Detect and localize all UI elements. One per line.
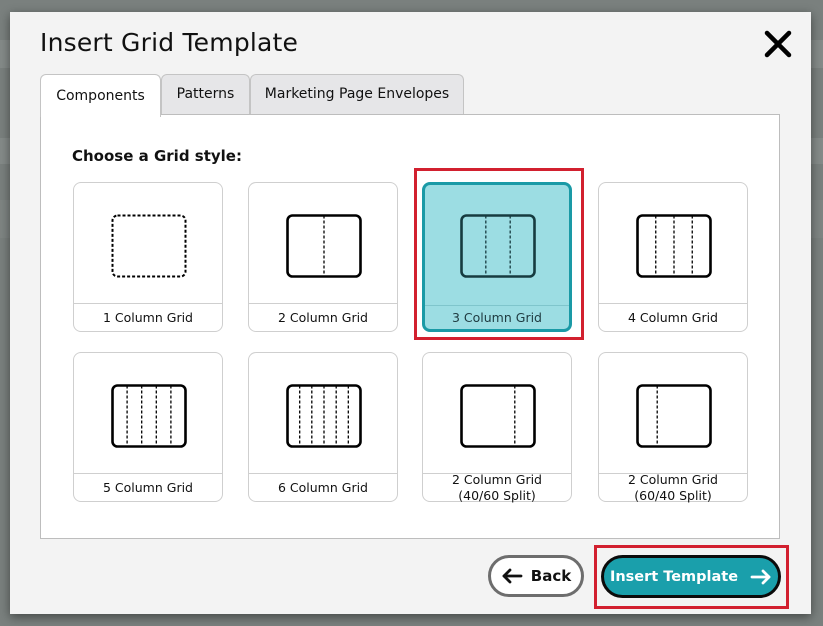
grid-option-title: 2 Column Grid — [627, 471, 718, 487]
arrow-right-icon — [750, 569, 771, 584]
close-icon — [764, 30, 792, 58]
grid-option-label: 5 Column Grid — [74, 473, 222, 501]
grid-thumbnail — [599, 183, 747, 303]
grid-thumbnail — [599, 353, 747, 473]
grid-thumbnail — [74, 353, 222, 473]
grid-thumbnail — [423, 353, 571, 473]
grid-option-card[interactable]: 6 Column Grid — [248, 352, 398, 502]
grid-layout-icon — [460, 384, 536, 448]
grid-outline — [111, 384, 187, 448]
grid-option-subtitle: (40/60 Split) — [458, 487, 536, 503]
dialog-title: Insert Grid Template — [40, 28, 299, 57]
grid-layout-icon — [111, 384, 187, 448]
grid-option-label: 2 Column Grid — [249, 303, 397, 331]
grid-option-title: 2 Column Grid — [277, 309, 368, 325]
grid-option-title: 3 Column Grid — [451, 309, 542, 325]
grid-layout-icon — [636, 384, 712, 448]
grid-option-card[interactable]: 2 Column Grid (60/40 Split) — [598, 352, 748, 503]
insert-template-label: Insert Template — [609, 568, 739, 585]
grid-style-panel: Choose a Grid style: 1 Column Grid 2 Colu… — [40, 114, 780, 539]
grid-outline — [636, 384, 712, 448]
grid-outline — [460, 384, 536, 448]
grid-option-label: 1 Column Grid — [74, 303, 222, 331]
grid-option-label: 2 Column Grid (60/40 Split) — [599, 471, 747, 503]
back-button[interactable]: Back — [488, 555, 584, 597]
grid-option-card[interactable]: 1 Column Grid — [73, 182, 223, 332]
grid-option-card[interactable]: 5 Column Grid — [73, 352, 223, 502]
grid-option-title: 5 Column Grid — [102, 479, 193, 495]
grid-layout-icon — [111, 214, 187, 278]
grid-option-title: 4 Column Grid — [627, 309, 718, 325]
grid-option-subtitle: (60/40 Split) — [634, 487, 712, 503]
tab-components[interactable]: Components — [40, 74, 161, 117]
grid-outline — [111, 214, 187, 278]
grid-option-title: 1 Column Grid — [102, 309, 193, 325]
grid-option-card[interactable]: 3 Column Grid — [422, 182, 572, 332]
arrow-left-icon — [502, 568, 523, 584]
grid-option-label: 6 Column Grid — [249, 473, 397, 501]
insert-template-button[interactable]: Insert Template — [601, 555, 781, 598]
tab-patterns[interactable]: Patterns — [161, 74, 250, 114]
tab-marketing-page-envelopes[interactable]: Marketing Page Envelopes — [250, 74, 464, 114]
grid-thumbnail — [249, 353, 397, 473]
grid-option-title: 2 Column Grid — [451, 471, 542, 487]
grid-thumbnail — [425, 185, 569, 305]
grid-option-title: 6 Column Grid — [277, 479, 368, 495]
grid-option-card[interactable]: 2 Column Grid — [248, 182, 398, 332]
grid-layout-icon — [286, 214, 362, 278]
choose-grid-style-heading: Choose a Grid style: — [72, 147, 242, 165]
grid-option-label: 3 Column Grid — [425, 305, 569, 329]
grid-layout-icon — [460, 214, 536, 278]
insert-grid-template-dialog: Insert Grid Template Components Patterns… — [10, 12, 811, 614]
grid-layout-icon — [286, 384, 362, 448]
grid-option-card[interactable]: 2 Column Grid (40/60 Split) — [422, 352, 572, 503]
grid-outline — [460, 214, 536, 278]
grid-option-label: 4 Column Grid — [599, 303, 747, 331]
grid-thumbnail — [74, 183, 222, 303]
grid-thumbnail — [249, 183, 397, 303]
grid-layout-icon — [636, 214, 712, 278]
grid-option-card[interactable]: 4 Column Grid — [598, 182, 748, 332]
back-button-label: Back — [530, 567, 572, 585]
grid-option-label: 2 Column Grid (40/60 Split) — [423, 471, 571, 503]
close-button[interactable] — [762, 28, 794, 60]
